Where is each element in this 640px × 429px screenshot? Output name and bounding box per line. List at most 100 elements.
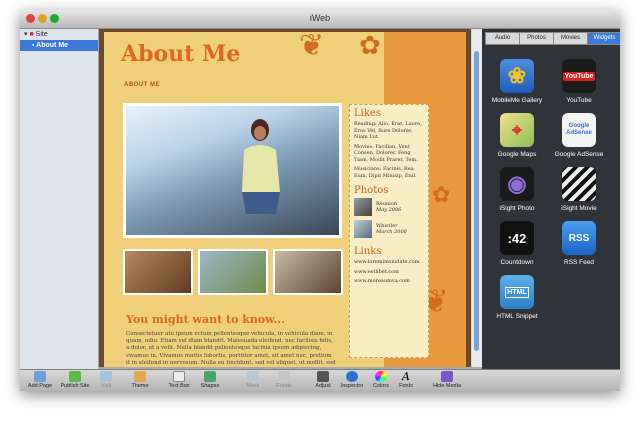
likes-musicians: Musicians: Facinis, Rea Eum, Dipit Minis…	[354, 166, 417, 179]
sidebar-item-site[interactable]: ▾ ■ Site	[20, 29, 98, 40]
font-icon: A	[402, 370, 410, 383]
page-subtitle[interactable]: ABOUT ME	[124, 82, 160, 88]
toolbar-label: Add Page	[27, 383, 53, 389]
shapes-button[interactable]: Shapes	[198, 371, 222, 389]
colors-button[interactable]: Colors	[370, 371, 392, 389]
google-adsense-icon: Google AdSense	[562, 113, 596, 147]
thumbnail[interactable]	[198, 249, 268, 295]
flourish-decoration-icon: ❦	[299, 32, 325, 62]
sidebar-item-label: Site	[35, 31, 48, 38]
scroll-thumb[interactable]	[474, 51, 479, 351]
thumbnail[interactable]	[273, 249, 343, 295]
widget-mobileme-gallery[interactable]: ❀ MobileMe Gallery	[487, 59, 547, 104]
sidebar-content-box[interactable]: Likes Reading: Alio, Erat, Laore, Eros V…	[349, 104, 429, 358]
tab-photos[interactable]: Photos	[520, 32, 554, 45]
flower-decoration-icon: ✿	[359, 32, 381, 60]
media-tabs: Audio Photos Movies Widgets	[485, 32, 620, 45]
likes-movies: Movies: Facillan, Vent Consen, Dolorer, …	[354, 143, 418, 163]
html-icon: HTML	[500, 275, 534, 309]
photo-album-item[interactable]: Reunion May 2006	[354, 198, 424, 216]
page-icon: ▪	[32, 42, 35, 49]
web-page: ❦ ✿ ✿ ❦ About Me ABOUT ME Likes Reading:…	[104, 32, 466, 369]
toolbar-label: Adjust	[315, 383, 331, 389]
globe-icon	[100, 371, 112, 382]
album-thumbnail	[354, 220, 372, 238]
widget-google-maps[interactable]: ⌖ Google Maps	[487, 113, 547, 158]
text-box-button[interactable]: Text Box	[166, 371, 192, 389]
mask-button[interactable]: Mask	[242, 371, 264, 389]
section-heading[interactable]: You might want to know...	[126, 313, 285, 326]
widget-google-adsense[interactable]: Google AdSense Google AdSense	[549, 113, 609, 158]
tab-movies[interactable]: Movies	[554, 32, 588, 45]
links-heading: Links	[354, 246, 382, 257]
html-glyph: HTML	[505, 286, 529, 298]
toolbar-label: Theme	[131, 383, 149, 389]
rss-icon: RSS	[562, 221, 596, 255]
tab-widgets[interactable]: Widgets	[588, 32, 620, 45]
widget-label: iSight Photo	[499, 205, 535, 212]
sunflower-icon: ❀	[500, 59, 534, 93]
toolbar-label: Colors	[373, 383, 389, 389]
flower-decoration-icon: ✿	[432, 182, 451, 207]
widget-isight-photo[interactable]: ◉ iSight Photo	[487, 167, 547, 212]
vertical-scrollbar[interactable]	[472, 29, 482, 369]
publish-arrow-icon	[69, 371, 81, 382]
shapes-icon	[204, 371, 216, 382]
woman-on-railing-image	[126, 106, 339, 235]
page-title[interactable]: About Me	[121, 41, 240, 67]
widget-isight-movie[interactable]: iSight Movie	[549, 167, 609, 212]
add-page-button[interactable]: Add Page	[26, 371, 54, 389]
media-icon	[441, 371, 453, 382]
widget-label: YouTube	[566, 97, 592, 104]
window-title: iWeb	[309, 13, 331, 23]
photos-heading: Photos	[354, 185, 389, 196]
hide-media-button[interactable]: Hide Media	[430, 371, 464, 389]
link-item[interactable]: www.estlibet.com	[354, 269, 424, 276]
widget-label: iSight Movie	[561, 205, 597, 212]
mask-icon	[247, 371, 259, 382]
likes-reading: Reading: Alio, Erat, Laore, Eros Vel, Ru…	[354, 121, 422, 140]
main-photo[interactable]	[123, 103, 342, 238]
adsense-glyph: Google AdSense	[566, 123, 592, 136]
theme-icon	[134, 371, 146, 382]
toolbar-label: Shapes	[200, 383, 220, 389]
link-item[interactable]: www.loremimsiudate.com	[354, 259, 424, 266]
inspector-button[interactable]: Inspector	[338, 371, 366, 389]
publish-site-button[interactable]: Publish Site	[58, 371, 92, 389]
album-date: March 2006	[376, 229, 407, 235]
toolbar-label: Mask	[246, 383, 260, 389]
rotate-icon	[278, 371, 290, 382]
visit-button[interactable]: Visit	[96, 371, 116, 389]
widget-html-snippet[interactable]: HTML HTML Snippet	[487, 275, 547, 320]
toolbar-label: Inspector	[340, 383, 364, 389]
google-maps-icon: ⌖	[500, 113, 534, 147]
widget-countdown[interactable]: :42 Countdown	[487, 221, 547, 266]
link-item[interactable]: www.moreaumva.com	[354, 278, 424, 285]
rotate-button[interactable]: Rotate	[272, 371, 296, 389]
adjust-button[interactable]: Adjust	[312, 371, 334, 389]
thumbnail[interactable]	[123, 249, 193, 295]
toolbar-label: Fonts	[399, 383, 413, 389]
color-wheel-icon	[375, 371, 387, 382]
disclosure-triangle-icon[interactable]: ▾	[24, 31, 28, 38]
tab-audio[interactable]: Audio	[485, 32, 520, 45]
sidebar-item-label: About Me	[36, 42, 69, 49]
toolbar-label: Visit	[100, 383, 112, 389]
photo-album-item[interactable]: Whistler March 2006	[354, 220, 424, 238]
site-icon: ■	[29, 31, 34, 38]
sidebar-item-about-me[interactable]: ▪ About Me	[20, 40, 98, 51]
bottom-toolbar: Add Page Publish Site Visit Theme Text B…	[20, 369, 620, 391]
widget-label: Countdown	[500, 259, 534, 266]
title-bar: iWeb	[20, 10, 620, 29]
body-text[interactable]: Consectetuer atu ipsum ectum pellentesqu…	[126, 331, 336, 369]
text-box-icon	[173, 371, 185, 382]
widget-youtube[interactable]: YouTube YouTube	[549, 59, 609, 104]
iweb-window: iWeb ▾ ■ Site ▪ About Me ❦ ✿ ✿ ❦ About M…	[20, 10, 620, 391]
likes-heading: Likes	[354, 108, 381, 119]
fonts-button[interactable]: A Fonts	[396, 371, 416, 389]
person-silhouette	[242, 119, 280, 214]
page-canvas: ❦ ✿ ✿ ❦ About Me ABOUT ME Likes Reading:…	[99, 29, 471, 369]
toolbar-label: Text Box	[168, 383, 190, 389]
theme-button[interactable]: Theme	[128, 371, 152, 389]
widget-rss-feed[interactable]: RSS RSS Feed	[549, 221, 609, 266]
